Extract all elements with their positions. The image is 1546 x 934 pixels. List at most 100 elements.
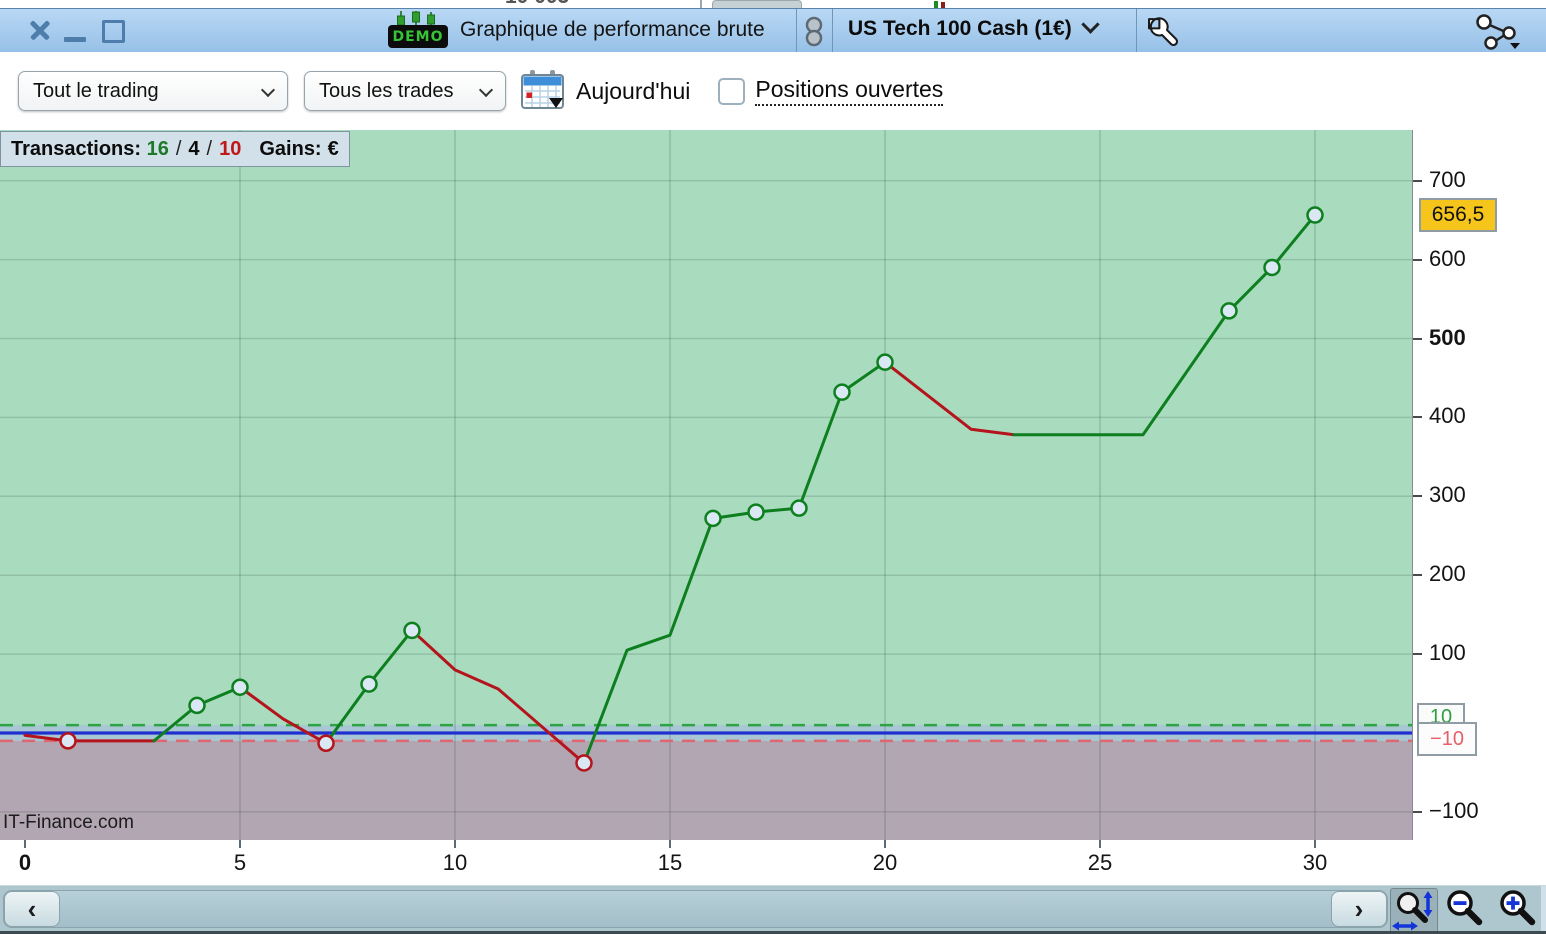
divider xyxy=(796,9,797,53)
zoom-out-icon xyxy=(1447,890,1483,926)
trading-scope-select[interactable]: Tout le trading xyxy=(18,71,288,111)
trade-marker-win xyxy=(704,509,722,528)
trade-marker-loss xyxy=(317,734,335,753)
y-tick xyxy=(1413,574,1422,577)
y-axis: 656,5 10 −10 700 600 500 400 300 200 100 −100 xyxy=(1412,130,1546,840)
y-tick xyxy=(1413,416,1422,419)
y-tick-label: 100 xyxy=(1429,640,1466,666)
performance-window: 10 005 DEMO Graphique de performance b xyxy=(0,0,1546,934)
trade-marker-win xyxy=(360,675,378,693)
scrollbar-track[interactable] xyxy=(3,890,1388,928)
chevron-down-icon xyxy=(260,82,276,97)
close-button[interactable] xyxy=(24,15,54,45)
trade-marker-win xyxy=(747,503,765,521)
y-tick-label: 600 xyxy=(1429,245,1466,271)
calendar-button[interactable] xyxy=(520,70,566,112)
demo-badge: DEMO xyxy=(388,25,448,48)
trade-marker-win xyxy=(1220,302,1238,320)
divider xyxy=(1136,9,1137,53)
background-partial-value: 10 005 xyxy=(505,0,569,8)
chevron-down-icon xyxy=(1510,43,1520,49)
y-tick xyxy=(1413,495,1422,498)
trade-marker-win xyxy=(1263,258,1281,277)
trade-marker-win xyxy=(790,499,808,517)
y-tick-label: −100 xyxy=(1429,797,1479,823)
wrench-icon[interactable] xyxy=(1148,16,1179,47)
x-tick xyxy=(1314,840,1316,848)
x-tick-label: 0 xyxy=(18,850,32,875)
trade-marker-win xyxy=(188,696,206,715)
trade-marker-loss xyxy=(59,732,77,750)
divider xyxy=(832,9,833,53)
x-tick xyxy=(239,840,241,848)
scroll-right-button[interactable]: › xyxy=(1331,891,1387,927)
background-window-sliver: 10 005 xyxy=(0,0,1546,8)
divider xyxy=(1541,886,1546,931)
chart-scrollbar-row: ‹ › xyxy=(0,885,1546,934)
background-tab xyxy=(712,0,802,8)
maximize-button[interactable] xyxy=(97,15,127,45)
date-range-label: Aujourd'hui xyxy=(576,77,691,104)
zoom-custom-button[interactable] xyxy=(1390,888,1438,934)
y-tick-label: 700 xyxy=(1429,166,1466,192)
trade-marker-win xyxy=(403,621,421,640)
x-tick xyxy=(24,840,26,848)
calendar-icon xyxy=(521,70,564,109)
x-tick-label: 10 xyxy=(442,850,468,875)
trade-marker-win xyxy=(876,353,894,371)
candle-icon xyxy=(934,1,938,8)
zoom-in-icon xyxy=(1500,890,1536,926)
y-tick xyxy=(1413,337,1422,340)
x-tick xyxy=(884,840,886,848)
x-tick-label: 20 xyxy=(872,850,898,875)
transactions-neutral: 4 xyxy=(188,137,200,160)
trades-filter-select[interactable]: Tous les trades xyxy=(304,71,506,111)
instrument-dropdown[interactable]: US Tech 100 Cash (1€) xyxy=(848,15,1100,41)
zero-line xyxy=(0,731,1412,735)
y-tick xyxy=(1413,653,1422,656)
gains-label: Gains: xyxy=(259,137,322,160)
window-title: Graphique de performance brute xyxy=(460,18,765,41)
x-tick-label: 25 xyxy=(1087,850,1113,875)
transactions-summary: Transactions: 16 / 4 / 10 Gains: € xyxy=(0,131,350,167)
lower-stop-badge: −10 xyxy=(1417,722,1477,756)
zoom-out-button[interactable] xyxy=(1442,888,1488,932)
scroll-left-button[interactable]: ‹ xyxy=(4,891,60,927)
chevron-right-icon: › xyxy=(1354,894,1364,924)
chevron-down-icon xyxy=(1081,15,1100,34)
trade-marker-win xyxy=(833,383,851,401)
x-tick-label: 5 xyxy=(233,850,247,875)
y-tick-label: 400 xyxy=(1429,403,1466,429)
trade-marker-win xyxy=(231,678,249,696)
performance-chart[interactable] xyxy=(0,130,1412,934)
maximize-icon xyxy=(102,20,125,43)
open-positions-checkbox[interactable] xyxy=(718,77,746,105)
gains-currency: € xyxy=(327,137,339,160)
x-axis: 0 5 10 15 20 25 30 xyxy=(0,840,1412,885)
y-tick xyxy=(1413,179,1422,182)
trade-marker-win xyxy=(1306,206,1324,224)
minimize-button[interactable] xyxy=(60,15,90,45)
zoom-in-button[interactable] xyxy=(1495,888,1541,932)
chevron-down-icon xyxy=(478,82,494,97)
negative-zone xyxy=(0,740,1412,934)
x-tick xyxy=(454,840,456,848)
zoom-custom-icon xyxy=(1392,891,1433,931)
chart-area: Transactions: 16 / 4 / 10 Gains: € IT-Fi… xyxy=(0,130,1546,934)
x-tick xyxy=(669,840,671,848)
last-value-badge: 656,5 xyxy=(1419,198,1497,233)
y-tick-label: 500 xyxy=(1429,324,1466,350)
link-icon[interactable] xyxy=(801,16,827,47)
transactions-wins: 16 xyxy=(146,137,169,160)
divider xyxy=(700,0,702,8)
performance-plot[interactable]: Transactions: 16 / 4 / 10 Gains: € IT-Fi… xyxy=(0,130,1412,934)
y-tick-label: 300 xyxy=(1429,482,1466,508)
open-positions-label[interactable]: Positions ouvertes xyxy=(755,76,944,106)
minimize-icon xyxy=(64,37,86,42)
x-tick-label: 15 xyxy=(657,850,683,875)
watermark: IT-Finance.com xyxy=(3,812,134,833)
share-icon[interactable] xyxy=(1472,13,1522,51)
instrument-label: US Tech 100 Cash (1€) xyxy=(848,17,1072,40)
filter-toolbar: Tout le trading Tous les trades Aujourd'… xyxy=(0,52,1546,130)
x-tick-label: 30 xyxy=(1302,850,1328,875)
